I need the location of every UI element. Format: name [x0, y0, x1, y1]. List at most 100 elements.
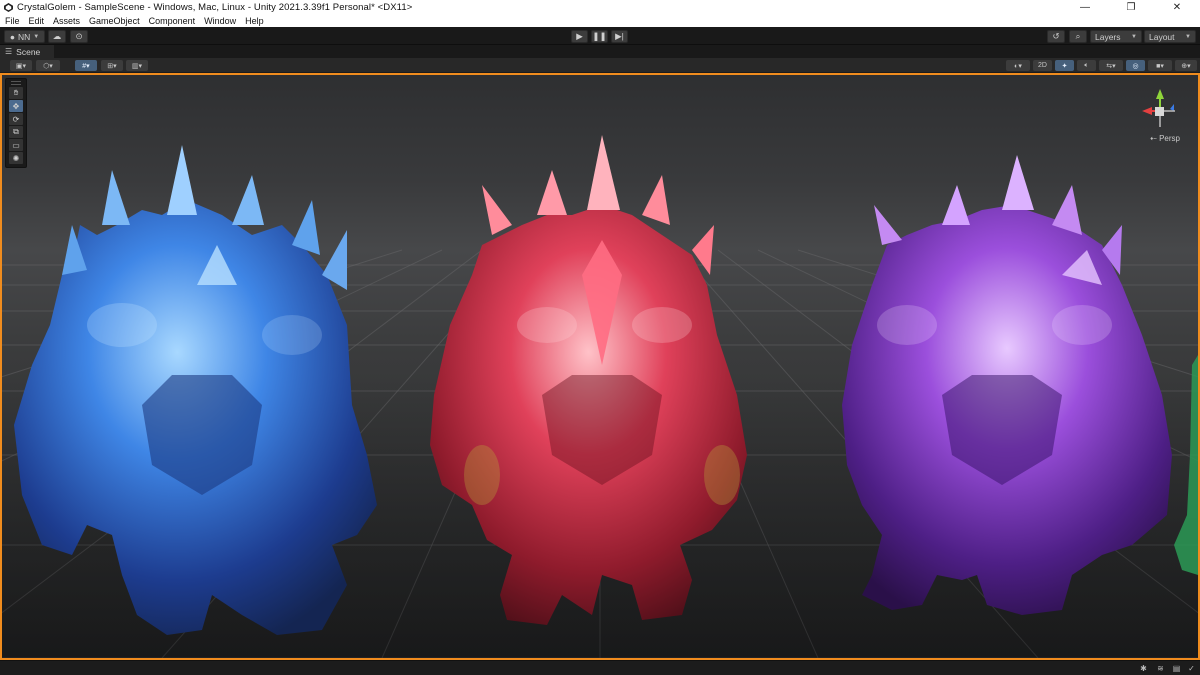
- check-icon[interactable]: ✓: [1186, 663, 1197, 674]
- play-button[interactable]: ▶: [571, 30, 588, 43]
- main-toolbar: ● NN ▼ ☁ ⊙ ▶ ❚❚ ▶| ↺ ⌕ Layers ▼ Layout ▼: [0, 27, 1200, 45]
- transform-icon: ✺: [12, 153, 20, 163]
- menu-bar: File Edit Assets GameObject Component Wi…: [0, 14, 1200, 27]
- layers-dropdown[interactable]: Layers ▼: [1090, 30, 1142, 43]
- history-icon: ↺: [1052, 31, 1060, 41]
- step-icon: ▶|: [615, 31, 624, 41]
- move-icon: ✥: [12, 101, 20, 111]
- move-tool-button[interactable]: ✥: [9, 100, 23, 112]
- status-bar: ✱ ≋ ▤ ✓: [0, 660, 1200, 675]
- window-title: CrystalGolem - SampleScene - Windows, Ma…: [17, 1, 413, 13]
- menu-edit[interactable]: Edit: [24, 16, 49, 26]
- account-dropdown[interactable]: ● NN ▼: [4, 30, 45, 43]
- hand-tool-button[interactable]: ✋︎: [9, 87, 23, 99]
- orientation-gizmo[interactable]: [1140, 85, 1180, 129]
- gizmos-dropdown[interactable]: ⊕▾: [1175, 60, 1197, 71]
- golem-purple: [842, 155, 1172, 615]
- gizmo-z-axis: [1170, 104, 1174, 111]
- 2d-label: 2D: [1038, 62, 1047, 69]
- minimize-icon: —: [1080, 1, 1090, 13]
- cloud-button[interactable]: ☁: [48, 30, 66, 43]
- increment-snap-dropdown[interactable]: ▥▾: [126, 60, 148, 71]
- undo-history-button[interactable]: ↺: [1047, 30, 1065, 43]
- rotate-tool-button[interactable]: ⟳: [9, 113, 23, 125]
- menu-gameobject[interactable]: GameObject: [84, 16, 144, 26]
- scale-tool-button[interactable]: ⧉: [9, 126, 23, 138]
- search-icon: ⌕: [1075, 31, 1081, 41]
- layout-label: Layout: [1149, 31, 1175, 42]
- ruler-icon: ▥▾: [131, 62, 143, 70]
- close-icon: ✕: [1172, 1, 1182, 13]
- 2d-toggle[interactable]: 2D: [1033, 60, 1052, 71]
- gizmo-mode-dropdown[interactable]: ⬡▾: [36, 60, 60, 71]
- transform-tool-button[interactable]: ✺: [9, 152, 23, 164]
- menu-file[interactable]: File: [0, 16, 24, 26]
- camera-dropdown[interactable]: ■▾: [1148, 60, 1172, 71]
- menu-assets[interactable]: Assets: [48, 16, 84, 26]
- projection-text: Persp: [1159, 134, 1180, 143]
- title-bar: CrystalGolem - SampleScene - Windows, Ma…: [0, 0, 1200, 14]
- collab-icon: ⊙: [75, 31, 83, 41]
- effects-dropdown[interactable]: ⇆▾: [1099, 60, 1123, 71]
- rotate-icon: ⟳: [12, 114, 20, 124]
- menu-window[interactable]: Window: [199, 16, 240, 26]
- grid-toggle[interactable]: #▾: [75, 60, 97, 71]
- scale-icon: ⧉: [13, 127, 19, 136]
- rect-tool-button[interactable]: ▭: [9, 139, 23, 151]
- visibility-toggle[interactable]: ◎: [1126, 60, 1145, 71]
- lightbulb-icon: ✦: [1061, 62, 1068, 70]
- pause-icon: ❚❚: [592, 31, 607, 41]
- chevron-down-icon: ▼: [33, 33, 40, 40]
- tab-bar: ☰ Scene: [0, 45, 1200, 58]
- lighting-toggle[interactable]: ✦: [1055, 60, 1074, 71]
- audio-icon: 🔈︎: [1084, 61, 1089, 69]
- rect-icon: ▭: [12, 140, 20, 150]
- scene-viewport[interactable]: ✋︎ ✥ ⟳ ⧉ ▭ ✺ ⇠ Persp: [0, 73, 1200, 660]
- layout-dropdown[interactable]: Layout ▼: [1144, 30, 1196, 43]
- restore-button[interactable]: ❐: [1108, 0, 1154, 14]
- projection-label[interactable]: ⇠ Persp: [1150, 134, 1180, 143]
- menu-lines-icon: ☰: [5, 47, 13, 56]
- menu-component[interactable]: Component: [144, 16, 200, 26]
- stack-icon[interactable]: ≋: [1155, 663, 1166, 674]
- shading-mode-dropdown[interactable]: ◐▾: [1006, 60, 1030, 71]
- effects-icon: ⇆▾: [1106, 62, 1116, 70]
- chevron-down-icon: ▼: [1185, 33, 1191, 40]
- bug-icon[interactable]: ✱: [1138, 663, 1149, 674]
- camera-icon: ■▾: [1156, 62, 1164, 70]
- scene-render: [2, 135, 1198, 658]
- menu-help[interactable]: Help: [240, 16, 268, 26]
- palette-grip[interactable]: [11, 81, 21, 85]
- search-button[interactable]: ⌕: [1069, 30, 1087, 43]
- globe-icon: ⊕▾: [1181, 62, 1191, 70]
- collab-button[interactable]: ⊙: [70, 30, 88, 43]
- persp-arrow-icon: ⇠: [1150, 134, 1157, 143]
- cache-icon[interactable]: ▤: [1171, 663, 1182, 674]
- cloud-icon: ☁: [52, 31, 62, 41]
- close-button[interactable]: ✕: [1154, 0, 1200, 14]
- restore-icon: ❐: [1126, 1, 1136, 13]
- account-label: NN: [17, 31, 31, 42]
- audio-toggle[interactable]: 🔈︎: [1077, 60, 1096, 71]
- snap-dropdown[interactable]: ⊞▾: [101, 60, 123, 71]
- sphere-icon: ◐▾: [1014, 62, 1022, 70]
- snap-icon: ⊞▾: [107, 62, 117, 70]
- scene-toolbar: ▣▾ ⬡▾ #▾ ⊞▾ ▥▾ ◐▾ 2D ✦ 🔈︎ ⇆▾ ◎ ■▾ ⊕▾: [0, 58, 1200, 73]
- hand-icon: ✋︎: [13, 88, 19, 97]
- chevron-down-icon: ▼: [1131, 33, 1137, 40]
- pause-button[interactable]: ❚❚: [591, 30, 608, 43]
- tool-palette: ✋︎ ✥ ⟳ ⧉ ▭ ✺: [5, 78, 27, 168]
- step-button[interactable]: ▶|: [611, 30, 628, 43]
- draw-mode-dropdown[interactable]: ▣▾: [10, 60, 32, 71]
- shading-icon: ▣▾: [15, 62, 27, 70]
- minimize-button[interactable]: —: [1062, 0, 1108, 14]
- account-icon: ●: [9, 31, 15, 42]
- eye-slash-icon: ◎: [1132, 62, 1139, 70]
- tab-scene[interactable]: ☰ Scene: [0, 45, 54, 58]
- play-icon: ▶: [576, 31, 583, 41]
- tab-scene-label: Scene: [16, 46, 41, 57]
- gizmo-y-axis: [1156, 89, 1164, 99]
- grid-icon: #▾: [82, 62, 90, 70]
- window-controls: — ❐ ✕: [1062, 0, 1200, 14]
- unity-logo-icon: [3, 2, 13, 12]
